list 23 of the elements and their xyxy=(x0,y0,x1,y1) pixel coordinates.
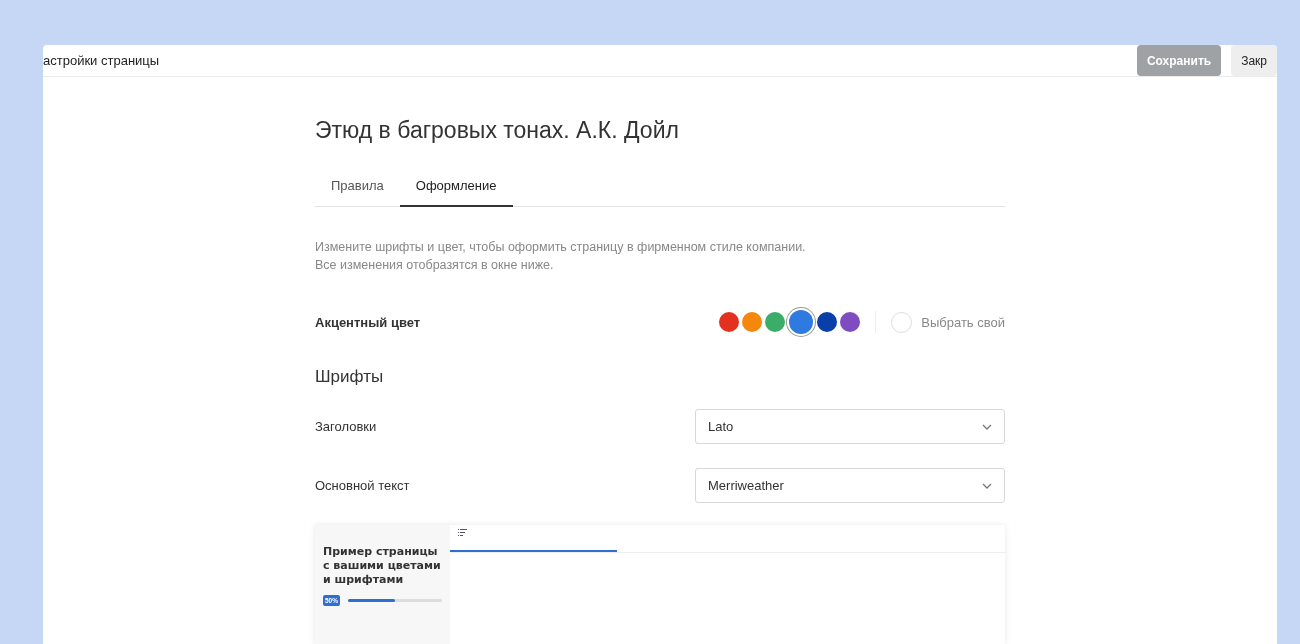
page-title: Этюд в багровых тонах. А.К. Дойл xyxy=(315,117,680,144)
chevron-down-icon xyxy=(982,482,992,489)
color-swatch[interactable] xyxy=(840,312,861,332)
fonts-heading: Шрифты xyxy=(315,367,385,387)
font-select[interactable]: Merriweather xyxy=(695,468,1005,503)
page-settings-title: астройки страницы xyxy=(43,53,160,68)
color-swatch[interactable] xyxy=(719,312,740,332)
tab[interactable]: Правила xyxy=(315,169,400,207)
header-button[interactable]: Закр xyxy=(1231,45,1277,76)
color-swatch[interactable] xyxy=(817,312,838,332)
preview-card-title: Пример страницы с вашими цветами и шрифтами xyxy=(323,545,442,587)
accent-color-label: Акцентный цвет xyxy=(315,314,421,330)
chevron-down-icon xyxy=(982,423,992,430)
font-label: Заголовки xyxy=(315,419,377,434)
color-swatch[interactable] xyxy=(742,312,763,332)
font-select[interactable]: Lato xyxy=(695,409,1005,444)
color-swatch[interactable] xyxy=(789,310,814,334)
custom-color-button[interactable]: Выбрать свой xyxy=(891,311,1005,333)
font-label: Основной текст xyxy=(315,478,410,493)
color-swatch[interactable] xyxy=(765,312,786,332)
tab[interactable]: Оформление xyxy=(399,169,513,207)
description-text: Измените шрифты и цвет, чтобы оформить страницу в фирменном стиле компании. Все изменения отобразятся в окне ниже. xyxy=(315,239,807,274)
list-icon xyxy=(458,529,467,536)
